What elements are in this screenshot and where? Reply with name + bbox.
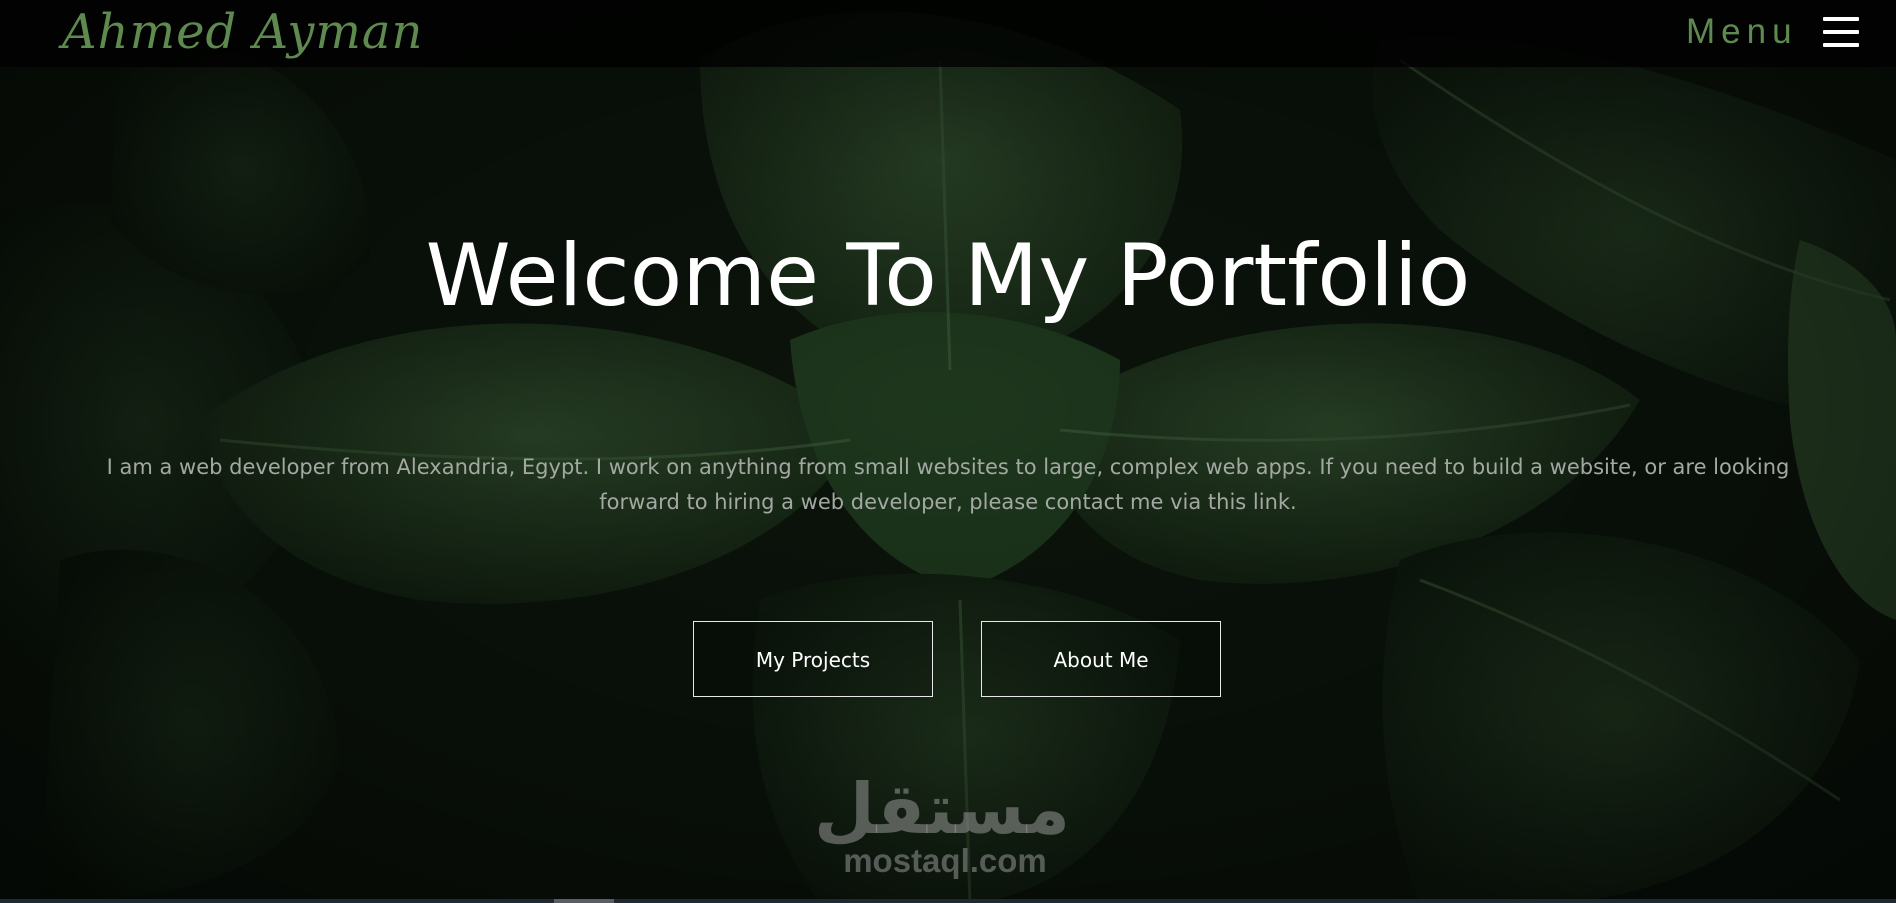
horizontal-scrollbar[interactable] — [0, 899, 1896, 903]
brand-logo[interactable]: Ahmed Ayman — [62, 2, 423, 62]
menu-label[interactable]: Menu — [1686, 12, 1798, 52]
hamburger-line — [1823, 30, 1859, 34]
scrollbar-thumb[interactable] — [554, 899, 614, 903]
my-projects-button[interactable]: My Projects — [693, 621, 933, 697]
watermark-latin-text: mostaql.com — [843, 842, 1047, 879]
about-me-button[interactable]: About Me — [981, 621, 1221, 697]
hero-description: I am a web developer from Alexandria, Eg… — [106, 455, 1790, 514]
portfolio-page: Ahmed Ayman Menu Welcome To My Portfolio… — [0, 0, 1896, 903]
hero-title: Welcome To My Portfolio — [425, 226, 1471, 326]
hamburger-line — [1823, 17, 1859, 21]
watermark-arabic-text: مستقل — [813, 768, 1070, 850]
top-navbar: Ahmed Ayman Menu — [0, 0, 1896, 67]
hamburger-icon[interactable] — [1823, 17, 1859, 47]
hamburger-line — [1823, 43, 1859, 47]
mostaql-watermark: مستقل mostaql.com — [813, 768, 1070, 892]
